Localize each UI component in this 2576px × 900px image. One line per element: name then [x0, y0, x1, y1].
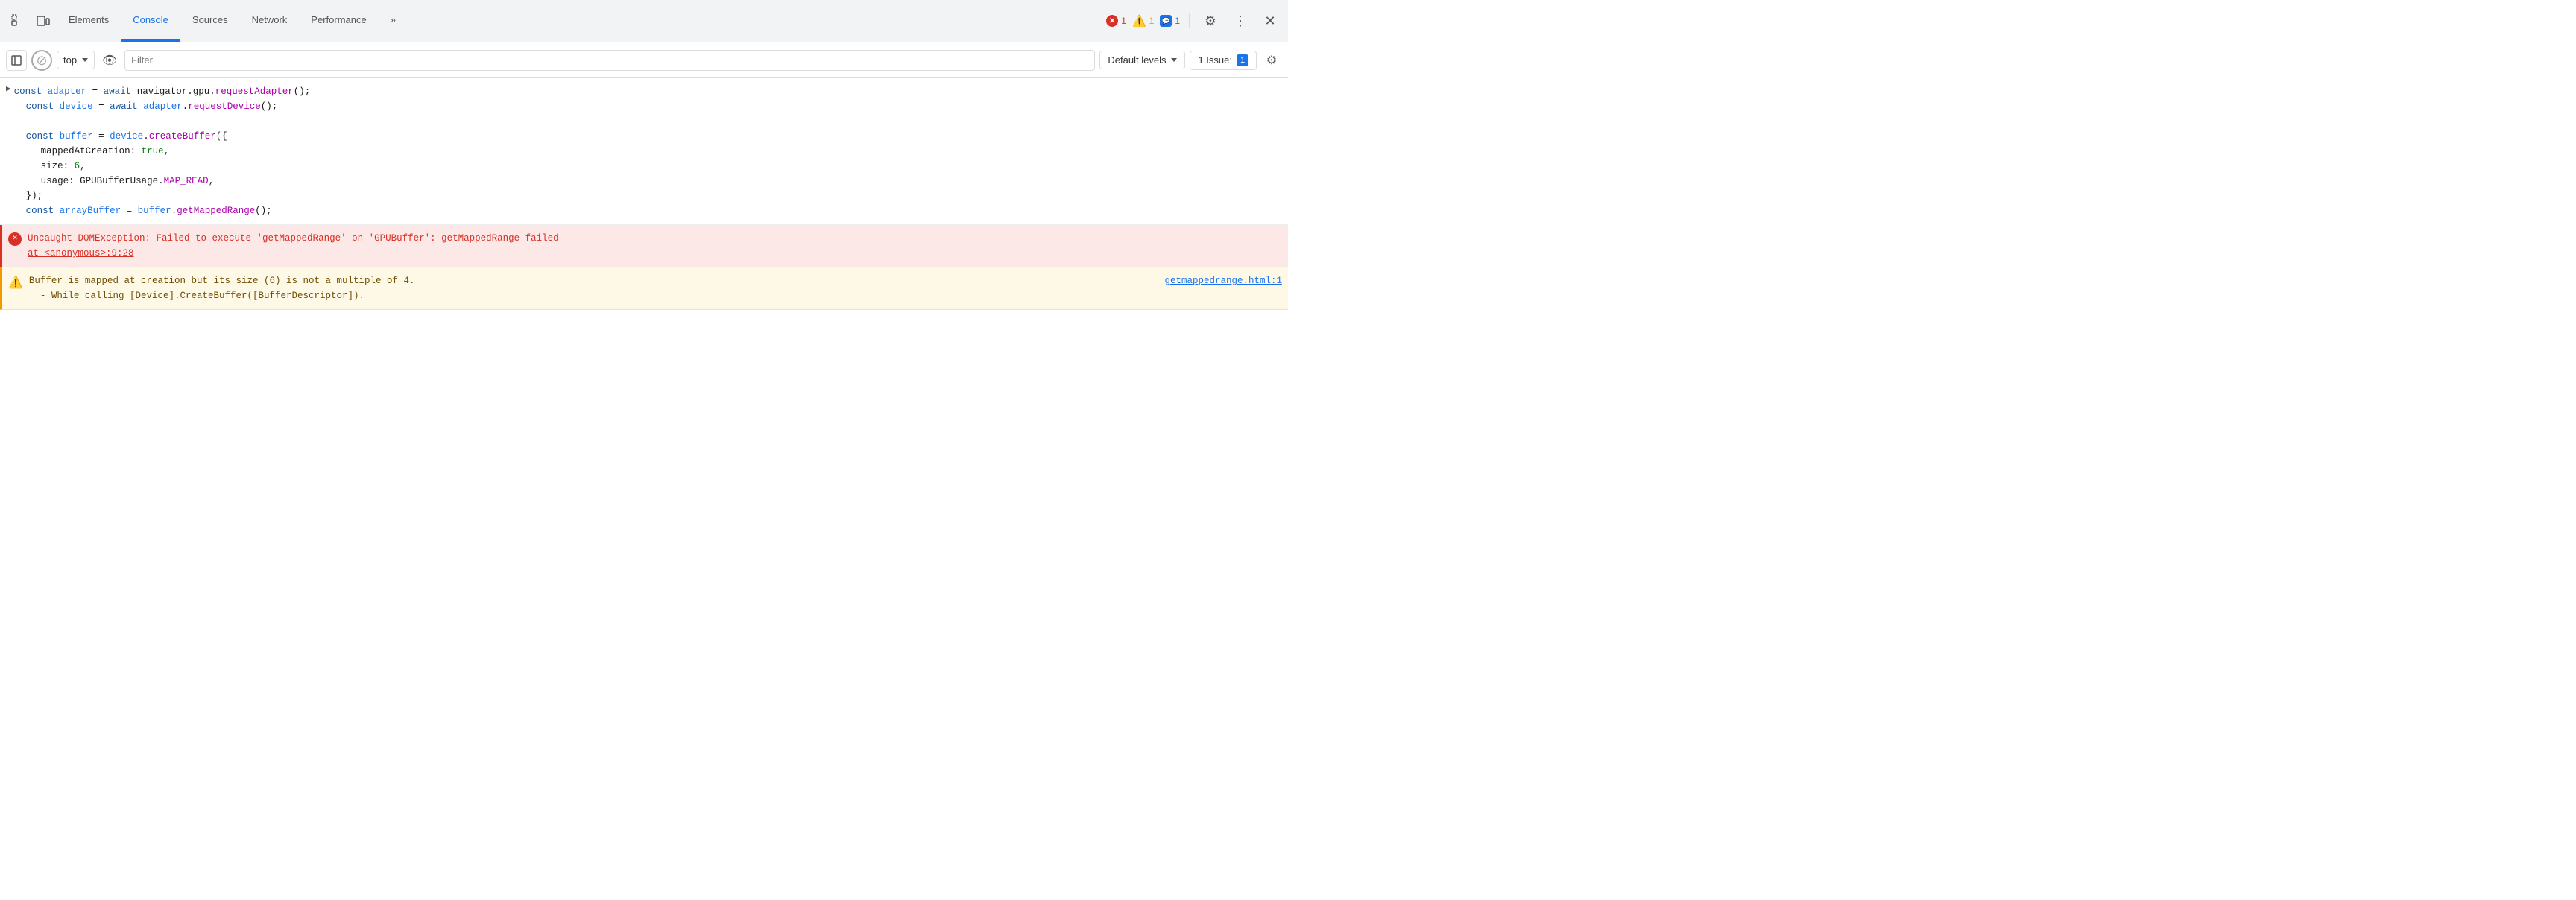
clear-console-button[interactable]: ⊘ [31, 50, 52, 71]
live-expressions-button[interactable]: 👁 [99, 50, 120, 71]
warning-line2: - While calling [Device].CreateBuffer([B… [29, 291, 364, 301]
warning-badge[interactable]: ⚠️ 1 [1132, 14, 1154, 28]
second-toolbar: ⊘ top 👁 Default levels 1 Issue: 1 ⚙ [0, 42, 1288, 78]
code-line-blank [14, 114, 1288, 129]
warning-source-link[interactable]: getmappedrange.html:1 [1164, 273, 1282, 288]
top-toolbar: Elements Console Sources Network Perform… [0, 0, 1288, 42]
tab-network[interactable]: Network [240, 0, 300, 42]
divider [1189, 13, 1190, 28]
sidebar-toggle-button[interactable] [6, 50, 27, 71]
issues-button[interactable]: 1 Issue: 1 [1190, 51, 1257, 70]
info-badge[interactable]: 💬 1 [1160, 15, 1180, 27]
error-badge[interactable]: ✕ 1 [1106, 15, 1126, 27]
error-message-line1: Uncaught DOMException: Failed to execute… [28, 233, 559, 244]
issues-icon: 1 [1237, 54, 1248, 66]
tab-list: Elements Console Sources Network Perform… [57, 0, 1105, 42]
toolbar-right: ✕ 1 ⚠️ 1 💬 1 ⚙ ⋮ ✕ [1106, 9, 1282, 33]
code-line-3: const buffer = device.createBuffer({ [14, 129, 1288, 144]
tab-sources[interactable]: Sources [180, 0, 240, 42]
device-toolbar-button[interactable] [31, 9, 55, 33]
code-line-7: }); [14, 188, 1288, 203]
warning-text: Buffer is mapped at creation but its siz… [29, 273, 1165, 303]
warning-triangle-icon: ⚠️ [1132, 14, 1146, 28]
error-entry: ✕ Uncaught DOMException: Failed to execu… [0, 225, 1288, 267]
context-dropdown[interactable]: top [57, 51, 95, 69]
expand-arrow-icon[interactable]: ▶ [6, 83, 11, 97]
console-content: ▶ const adapter = await navigator.gpu.re… [0, 78, 1288, 450]
code-line-2: const device = await adapter.requestDevi… [14, 99, 1288, 114]
error-text: Uncaught DOMException: Failed to execute… [28, 231, 559, 261]
console-settings-button[interactable]: ⚙ [1261, 50, 1282, 71]
code-line-4: mappedAtCreation: true, [14, 144, 1288, 159]
settings-button[interactable]: ⚙ [1199, 9, 1222, 33]
comment-icon: 💬 [1160, 15, 1172, 27]
chevron-down-icon [82, 58, 88, 62]
warning-triangle-icon: ⚠️ [8, 274, 23, 294]
error-message-line2[interactable]: at <anonymous>:9:28 [28, 248, 134, 259]
code-block: const adapter = await navigator.gpu.requ… [14, 81, 1288, 221]
error-circle-icon: ✕ [8, 232, 22, 246]
more-options-button[interactable]: ⋮ [1228, 9, 1252, 33]
log-levels-dropdown[interactable]: Default levels [1099, 51, 1185, 69]
tab-more[interactable]: » [379, 0, 408, 42]
inspect-element-button[interactable] [6, 9, 30, 33]
error-icon: ✕ [1106, 15, 1118, 27]
code-line-1: const adapter = await navigator.gpu.requ… [14, 84, 1288, 99]
warning-entry: ⚠️ Buffer is mapped at creation but its … [0, 267, 1288, 310]
code-line-8: const arrayBuffer = buffer.getMappedRang… [14, 203, 1288, 218]
console-code-entry: ▶ const adapter = await navigator.gpu.re… [0, 78, 1288, 225]
filter-input[interactable] [124, 50, 1095, 71]
warning-line1: Buffer is mapped at creation but its siz… [29, 276, 415, 286]
close-button[interactable]: ✕ [1258, 9, 1282, 33]
code-line-6: usage: GPUBufferUsage.MAP_READ, [14, 174, 1288, 188]
tab-performance[interactable]: Performance [299, 0, 378, 42]
code-line-5: size: 6, [14, 159, 1288, 174]
tab-console[interactable]: Console [121, 0, 180, 42]
tab-elements[interactable]: Elements [57, 0, 121, 42]
chevron-down-icon [1171, 58, 1177, 62]
